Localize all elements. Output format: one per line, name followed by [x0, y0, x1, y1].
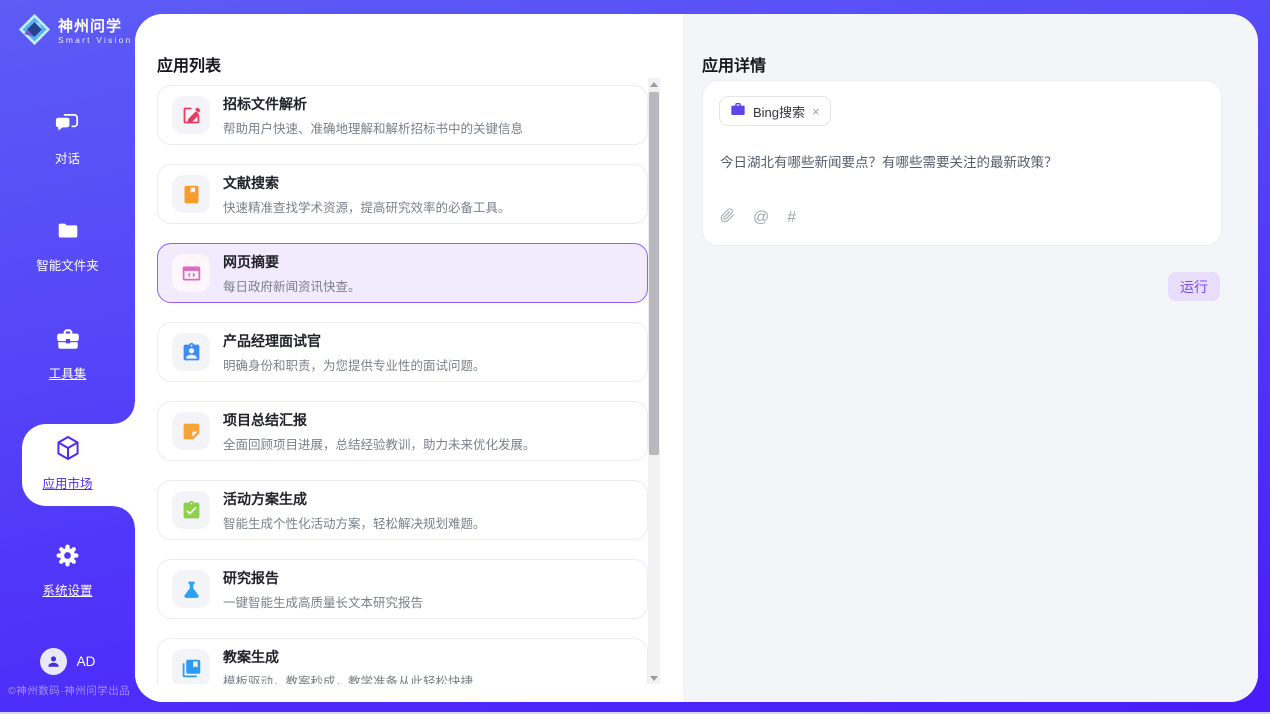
app-list-pane: 应用列表 招标文件解析 帮助用户快速、准确地理解和解析招标书中的关键信息 — [135, 14, 683, 702]
close-icon[interactable]: × — [812, 105, 820, 118]
sidebar-item-app-market[interactable]: 应用市场 — [0, 434, 135, 502]
app-card-title: 招标文件解析 — [223, 94, 523, 114]
query-text[interactable]: 今日湖北有哪些新闻要点？有哪些需要关注的最新政策？ — [720, 151, 1058, 171]
composer-toolbar: @ # — [720, 207, 796, 229]
scrollbar-down-arrow-icon[interactable] — [648, 672, 660, 684]
web-window-icon — [172, 254, 210, 292]
app-card-desc: 一键智能生成高质量长文本研究报告 — [223, 592, 423, 611]
app-card-desc: 智能生成个性化活动方案，轻松解决规划难题。 — [223, 513, 486, 532]
app-card-title: 网页摘要 — [223, 252, 361, 272]
scrollbar[interactable] — [648, 78, 660, 684]
app-card-title: 活动方案生成 — [223, 489, 486, 509]
paperclip-icon[interactable] — [720, 207, 735, 229]
briefcase-icon — [730, 101, 746, 122]
cube-icon — [54, 434, 82, 467]
books-icon — [172, 649, 210, 684]
sidebar-item-label: 系统设置 — [42, 580, 92, 599]
person-doc-icon — [172, 333, 210, 371]
app-card-title: 研究报告 — [223, 568, 423, 588]
app-card-research-report[interactable]: 研究报告 一键智能生成高质量长文本研究报告 — [157, 559, 648, 619]
edit-square-icon — [172, 96, 210, 134]
tool-chip-bing-search[interactable]: Bing搜索 × — [719, 96, 831, 126]
hash-icon[interactable]: # — [787, 209, 796, 227]
app-list-title: 应用列表 — [157, 52, 221, 76]
sticky-note-icon — [172, 412, 210, 450]
app-card-list: 招标文件解析 帮助用户快速、准确地理解和解析招标书中的关键信息 文献搜索 快速精… — [157, 85, 648, 684]
book-icon — [172, 175, 210, 213]
app-detail-title: 应用详情 — [702, 52, 766, 76]
chat-icon — [54, 110, 81, 142]
app-card-title: 教案生成 — [223, 647, 473, 667]
app-card-desc: 模板驱动，教案秒成，教学准备从此轻松快捷 — [223, 671, 473, 685]
sidebar-item-label: 智能文件夹 — [36, 255, 99, 274]
run-button[interactable]: 运行 — [1168, 272, 1220, 301]
app-card-title: 产品经理面试官 — [223, 331, 486, 351]
scrollbar-thumb[interactable] — [649, 92, 659, 455]
tool-chip-label: Bing搜索 — [753, 102, 805, 121]
app-card-pm-interviewer[interactable]: 产品经理面试官 明确身份和职责，为您提供专业性的面试问题。 — [157, 322, 648, 382]
clipboard-check-icon — [172, 491, 210, 529]
sidebar-item-smart-folder[interactable]: 智能文件夹 — [0, 218, 135, 286]
flask-icon — [172, 570, 210, 608]
scrollbar-up-arrow-icon[interactable] — [648, 78, 660, 90]
app-card-project-summary[interactable]: 项目总结汇报 全面回顾项目进展，总结经验教训，助力未来优化发展。 — [157, 401, 648, 461]
brand-logo: 神州问学 Smart Vision — [18, 13, 132, 51]
app-card-bid-document-parsing[interactable]: 招标文件解析 帮助用户快速、准确地理解和解析招标书中的关键信息 — [157, 85, 648, 145]
prompt-card: Bing搜索 × 今日湖北有哪些新闻要点？有哪些需要关注的最新政策？ @ # — [702, 80, 1222, 246]
copyright-footer: ©神州数码·神州问学出品 — [8, 683, 130, 698]
sidebar-item-chat[interactable]: 对话 — [0, 110, 135, 178]
app-card-desc: 快速精准查找学术资源，提高研究效率的必备工具。 — [223, 197, 511, 216]
sidebar-item-settings[interactable]: 系统设置 — [0, 542, 135, 610]
app-card-web-summary[interactable]: 网页摘要 每日政府新闻资讯快查。 — [157, 243, 648, 303]
app-card-literature-search[interactable]: 文献搜索 快速精准查找学术资源，提高研究效率的必备工具。 — [157, 164, 648, 224]
sidebar-item-label: 工具集 — [49, 363, 87, 382]
sidebar-item-toolset[interactable]: 工具集 — [0, 326, 135, 394]
app-card-desc: 明确身份和职责，为您提供专业性的面试问题。 — [223, 355, 486, 374]
folder-icon — [55, 218, 81, 249]
gear-icon — [54, 542, 81, 574]
app-card-title: 文献搜索 — [223, 173, 511, 193]
brand-subtitle: Smart Vision — [58, 35, 132, 46]
brand-name: 神州问学 — [58, 18, 132, 35]
sidebar: 神州问学 Smart Vision 对话 智能文件夹 工具集 — [0, 0, 135, 714]
toolbox-icon — [55, 326, 81, 357]
app-card-desc: 帮助用户快速、准确地理解和解析招标书中的关键信息 — [223, 118, 523, 137]
sidebar-item-label: 对话 — [55, 148, 80, 167]
sidebar-item-label: 应用市场 — [42, 473, 92, 492]
mention-icon[interactable]: @ — [753, 209, 769, 227]
app-card-desc: 全面回顾项目进展，总结经验教训，助力未来优化发展。 — [223, 434, 536, 453]
avatar — [40, 648, 67, 675]
app-card-title: 项目总结汇报 — [223, 410, 536, 430]
app-card-desc: 每日政府新闻资讯快查。 — [223, 276, 361, 295]
user-name: AD — [77, 654, 96, 669]
brand-diamond-icon — [18, 13, 51, 51]
app-card-event-plan[interactable]: 活动方案生成 智能生成个性化活动方案，轻松解决规划难题。 — [157, 480, 648, 540]
user-account[interactable]: AD — [0, 648, 135, 675]
main-panel: 应用列表 招标文件解析 帮助用户快速、准确地理解和解析招标书中的关键信息 — [135, 14, 1258, 702]
app-card-lesson-plan[interactable]: 教案生成 模板驱动，教案秒成，教学准备从此轻松快捷 — [157, 638, 648, 684]
app-detail-pane: 应用详情 Bing搜索 × 今日湖北有哪些新闻要点？有哪些需要关注的最新政策？ — [683, 14, 1258, 702]
